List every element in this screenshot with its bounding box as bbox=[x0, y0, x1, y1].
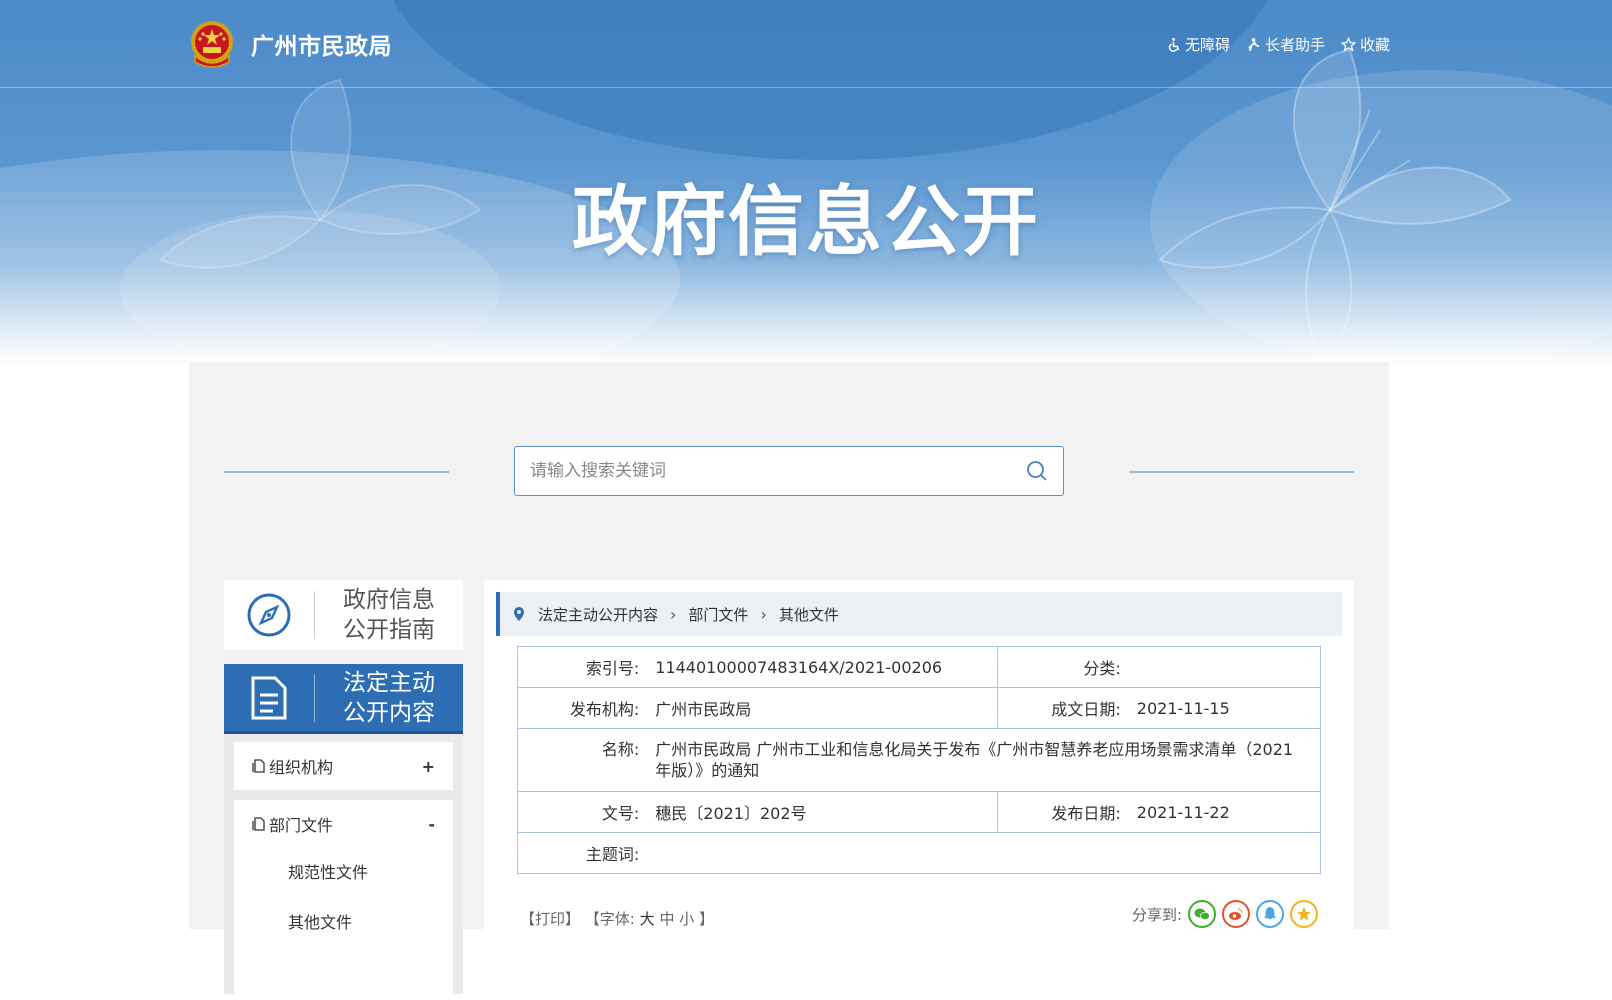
share-wechat-button[interactable] bbox=[1188, 900, 1216, 928]
sidebar: 政府信息 公开指南 法定主动 公开内容 组织机构 + 部门文件 - 规范性文件 … bbox=[224, 580, 463, 1000]
sidebar-item-label: 部门文件 bbox=[269, 816, 334, 835]
index-value: 11440100007483164X/2021-00206 bbox=[647, 646, 998, 688]
file-icon bbox=[252, 817, 265, 831]
page-title: 政府信息公开 bbox=[572, 177, 1040, 266]
share-label: 分享到: bbox=[1131, 905, 1182, 924]
font-size-suffix: 】 bbox=[699, 910, 715, 928]
sidebar-item-organization[interactable]: 组织机构 + bbox=[234, 742, 453, 790]
category-value bbox=[1128, 646, 1321, 688]
meta-row: 名称: 广州市民政局 广州市工业和信息化局关于发布《广州市智慧养老应用场景需求清… bbox=[517, 728, 1322, 792]
share-bar: 分享到: bbox=[1132, 900, 1318, 928]
active-title: 法定主动 公开内容 bbox=[315, 668, 463, 728]
keywords-value bbox=[647, 832, 1322, 874]
chevron-right-icon: › bbox=[670, 604, 677, 624]
accessibility-label: 无障碍 bbox=[1184, 36, 1230, 54]
sidebar-item-label: 组织机构 bbox=[269, 758, 334, 777]
guide-title: 政府信息 公开指南 bbox=[315, 585, 463, 645]
document-icon bbox=[251, 676, 287, 719]
qq-icon bbox=[1264, 907, 1276, 919]
active-title-line1: 法定主动 bbox=[343, 669, 435, 696]
national-emblem-icon bbox=[191, 21, 233, 68]
header-banner: 广州市民政局 无障碍 长者助手 收藏 政府信息公开 bbox=[0, 0, 1612, 365]
search-icon bbox=[1027, 461, 1047, 481]
site-brand[interactable]: 广州市民政局 bbox=[189, 20, 392, 68]
publisher-value: 广州市民政局 bbox=[647, 687, 998, 729]
guide-title-line1: 政府信息 bbox=[343, 587, 435, 613]
keywords-label: 主题词: bbox=[517, 832, 648, 874]
created-date-value: 2021-11-15 bbox=[1128, 687, 1321, 729]
compass-icon bbox=[247, 593, 291, 637]
article-panel: 法定主动公开内容 › 部门文件 › 其他文件 索引号: 114401000074… bbox=[484, 580, 1354, 929]
meta-row: 发布机构: 广州市民政局 成文日期: 2021-11-15 bbox=[517, 687, 1321, 729]
sidebar-group-dept-files: 部门文件 - 规范性文件 其他文件 bbox=[234, 800, 453, 1000]
file-icon bbox=[252, 759, 265, 773]
active-title-line2: 公开内容 bbox=[343, 699, 435, 726]
sidebar-subitem-normative[interactable]: 规范性文件 bbox=[234, 848, 453, 898]
elder-icon bbox=[1248, 37, 1260, 52]
sidebar-subitem-other[interactable]: 其他文件 bbox=[234, 898, 453, 948]
document-meta-table: 索引号: 11440100007483164X/2021-00206 分类: 发… bbox=[517, 646, 1322, 874]
favorite-label: 收藏 bbox=[1359, 36, 1390, 54]
expand-icon[interactable]: + bbox=[422, 757, 435, 776]
sidebar-submenu: 组织机构 + 部门文件 - 规范性文件 其他文件 bbox=[224, 734, 463, 1000]
share-qq-button[interactable] bbox=[1256, 900, 1284, 928]
site-name: 广州市民政局 bbox=[251, 34, 392, 60]
guide-title-line2: 公开指南 bbox=[343, 617, 435, 643]
published-date-label: 发布日期: bbox=[996, 791, 1129, 833]
topbar-divider bbox=[0, 87, 1612, 88]
search-divider-right bbox=[1129, 471, 1354, 473]
font-small-button[interactable]: 小 bbox=[679, 910, 694, 928]
share-weibo-button[interactable] bbox=[1222, 900, 1250, 928]
sidebar-item-guide[interactable]: 政府信息 公开指南 bbox=[224, 580, 463, 650]
star-outline-icon bbox=[1340, 37, 1356, 52]
favorite-link[interactable]: 收藏 bbox=[1340, 34, 1390, 55]
index-label: 索引号: bbox=[517, 646, 648, 688]
meta-row: 主题词: bbox=[517, 832, 1322, 874]
sidebar-item-active-disclosure[interactable]: 法定主动 公开内容 bbox=[224, 664, 463, 734]
published-date-value: 2021-11-22 bbox=[1128, 791, 1321, 833]
wechat-icon bbox=[1194, 908, 1210, 920]
created-date-label: 成文日期: bbox=[996, 687, 1129, 729]
print-button[interactable]: 【打印】 bbox=[520, 910, 580, 928]
doc-number-label: 文号: bbox=[517, 791, 648, 833]
weibo-icon bbox=[1229, 908, 1243, 920]
font-medium-button[interactable]: 中 bbox=[659, 910, 674, 928]
wheelchair-icon bbox=[1168, 37, 1180, 52]
font-large-button[interactable]: 大 bbox=[640, 910, 655, 928]
meta-row: 文号: 穗民〔2021〕202号 发布日期: 2021-11-22 bbox=[517, 791, 1321, 833]
elder-assistant-link[interactable]: 长者助手 bbox=[1246, 34, 1325, 55]
name-label: 名称: bbox=[517, 728, 648, 792]
breadcrumb-item[interactable]: 其他文件 bbox=[779, 604, 839, 625]
name-value: 广州市民政局 广州市工业和信息化局关于发布《广州市智慧养老应用场景需求清单（20… bbox=[647, 728, 1322, 792]
qzone-icon bbox=[1297, 907, 1311, 921]
article-tools: 【打印】 【字体: 大 中 小 】 bbox=[520, 908, 714, 929]
collapse-icon[interactable]: - bbox=[428, 815, 435, 834]
publisher-label: 发布机构: bbox=[517, 687, 648, 729]
top-links: 无障碍 长者助手 收藏 bbox=[1166, 34, 1390, 55]
search-divider-left bbox=[224, 471, 449, 473]
share-qzone-button[interactable] bbox=[1290, 900, 1318, 928]
chevron-right-icon: › bbox=[760, 604, 767, 624]
breadcrumb-item[interactable]: 部门文件 bbox=[688, 604, 748, 625]
accessibility-link[interactable]: 无障碍 bbox=[1166, 34, 1230, 55]
content-panel: 政府信息 公开指南 法定主动 公开内容 bbox=[189, 362, 1389, 1000]
meta-row: 索引号: 11440100007483164X/2021-00206 分类: bbox=[517, 646, 1321, 688]
elder-assistant-label: 长者助手 bbox=[1264, 36, 1325, 54]
location-pin-icon bbox=[514, 607, 524, 621]
doc-number-value: 穗民〔2021〕202号 bbox=[647, 791, 998, 833]
font-size-prefix: 【字体: bbox=[584, 910, 635, 928]
breadcrumb: 法定主动公开内容 › 部门文件 › 其他文件 bbox=[496, 592, 1342, 636]
search-box bbox=[514, 446, 1064, 496]
search-input[interactable] bbox=[515, 447, 1011, 495]
search-button[interactable] bbox=[1011, 447, 1063, 495]
category-label: 分类: bbox=[996, 646, 1129, 688]
sidebar-item-dept-files[interactable]: 部门文件 - bbox=[234, 800, 453, 848]
breadcrumb-item[interactable]: 法定主动公开内容 bbox=[538, 604, 658, 625]
